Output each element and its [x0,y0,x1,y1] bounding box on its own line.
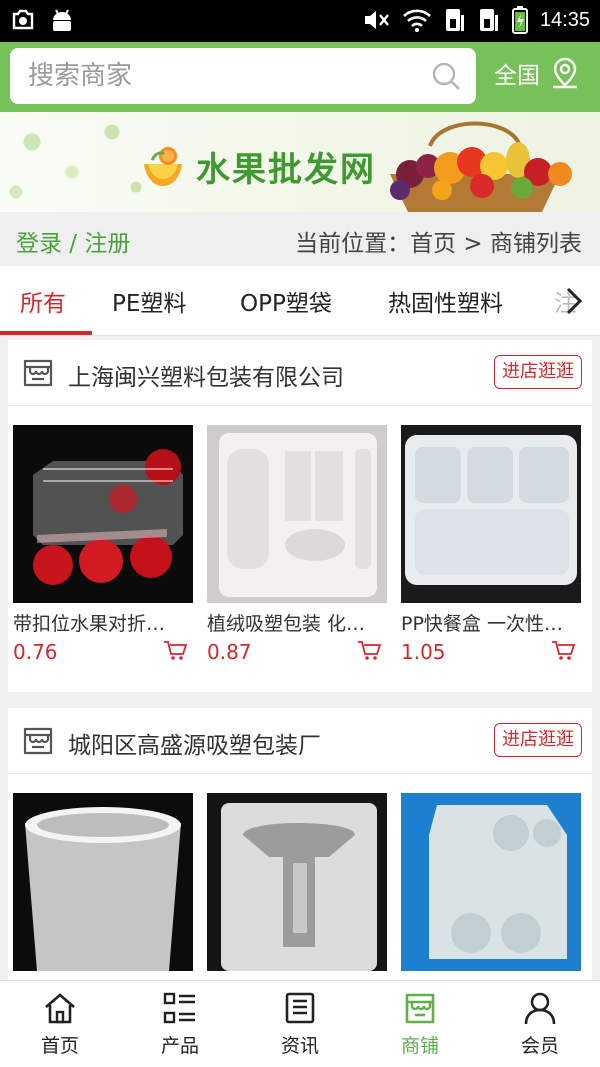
banner-title: 水果批发网 [196,150,376,190]
fruit-cup-logo [144,147,182,186]
battery-charging-icon [511,6,528,34]
nav-shops[interactable]: 商铺 [360,991,480,1058]
product-image[interactable] [207,793,387,971]
screenshot-icon [12,9,34,30]
wifi-icon [403,9,431,32]
tab-all[interactable]: 所有 [20,284,66,318]
search-box[interactable] [10,48,476,104]
nav-news[interactable]: 资讯 [240,991,360,1058]
search-icon[interactable] [430,60,462,92]
leaf-decoration [0,112,160,212]
product-name: 植绒吸塑包装 化… [207,613,366,635]
breadcrumb: 当前位置：首页 > 商铺列表 [295,231,582,257]
fruit-basket-image [390,121,572,212]
store-card: 上海闽兴塑料包装有限公司 进店逛逛 带扣位水果对折… 0.76 植绒吸塑包装 化… [8,340,592,692]
store-header[interactable]: 城阳区高盛源吸塑包装厂 进店逛逛 [8,708,592,774]
home-icon [45,993,75,1024]
tab-thermoset-plastic[interactable]: 热固性塑料 [388,284,503,318]
product-image[interactable] [13,793,193,971]
region-selector[interactable]: 全国 [494,56,580,90]
visit-store-button[interactable]: 进店逛逛 [494,723,582,757]
visit-store-button[interactable]: 进店逛逛 [494,355,582,389]
nav-home[interactable]: 首页 [0,991,120,1058]
product-item[interactable]: PP快餐盒 一次性… 1.05 [401,425,581,664]
store-name[interactable]: 上海闽兴塑料包装有限公司 [68,358,344,392]
clock: 14:35 [539,8,590,31]
product-item[interactable] [207,793,387,971]
chevron-right-icon[interactable] [562,286,586,316]
region-label: 全国 [494,63,540,89]
tab-pe-plastic[interactable]: PE塑料 [112,284,186,318]
active-tab-indicator [0,331,92,335]
sim2-signal-icon [479,9,498,31]
product-image[interactable] [207,425,387,603]
cart-icon[interactable] [357,639,381,661]
store-card: 城阳区高盛源吸塑包装厂 进店逛逛 [8,708,592,980]
product-item[interactable]: 植绒吸塑包装 化… 0.87 [207,425,387,664]
cart-icon[interactable] [163,639,187,661]
bottom-navigation: 首页 产品 资讯 商铺 会员 [0,980,600,1067]
breadcrumb-bar: 登录 / 注册 当前位置：首页 > 商铺列表 [0,212,600,266]
status-bar: 14:35 [0,0,600,42]
product-item[interactable] [13,793,193,971]
login-register-link[interactable]: 登录 / 注册 [16,224,130,258]
promo-banner[interactable]: 水果批发网 [0,112,600,212]
category-tabs: 所有 PE塑料 OPP塑袋 热固性塑料 注 [0,266,600,336]
product-image[interactable] [401,425,581,603]
product-image[interactable] [13,425,193,603]
sim1-signal-icon [445,9,464,31]
nav-member[interactable]: 会员 [480,991,600,1058]
android-icon [53,9,71,31]
mute-icon [364,11,389,29]
location-pin-icon [553,57,577,89]
store-icon [23,359,53,387]
store-header[interactable]: 上海闽兴塑料包装有限公司 进店逛逛 [8,340,592,406]
list-icon [163,992,195,1024]
product-item[interactable]: 带扣位水果对折… 0.76 [13,425,193,664]
user-icon [524,992,556,1025]
nav-label: 会员 [520,1035,559,1057]
search-input[interactable] [28,48,408,104]
product-name: PP快餐盒 一次性… [401,613,563,635]
news-icon [285,992,315,1024]
store-name[interactable]: 城阳区高盛源吸塑包装厂 [68,726,321,760]
nav-label: 首页 [40,1035,79,1057]
store-icon [23,727,53,755]
tab-opp-bag[interactable]: OPP塑袋 [240,284,332,318]
nav-products[interactable]: 产品 [120,991,240,1058]
shop-icon [405,993,435,1024]
cart-icon[interactable] [551,639,575,661]
nav-label: 商铺 [400,1035,439,1057]
product-name: 带扣位水果对折… [13,613,166,635]
product-item[interactable] [401,793,581,971]
header-bar: 全国 [0,42,600,112]
product-image[interactable] [401,793,581,971]
nav-label: 资讯 [280,1035,319,1057]
nav-label: 产品 [160,1035,199,1057]
